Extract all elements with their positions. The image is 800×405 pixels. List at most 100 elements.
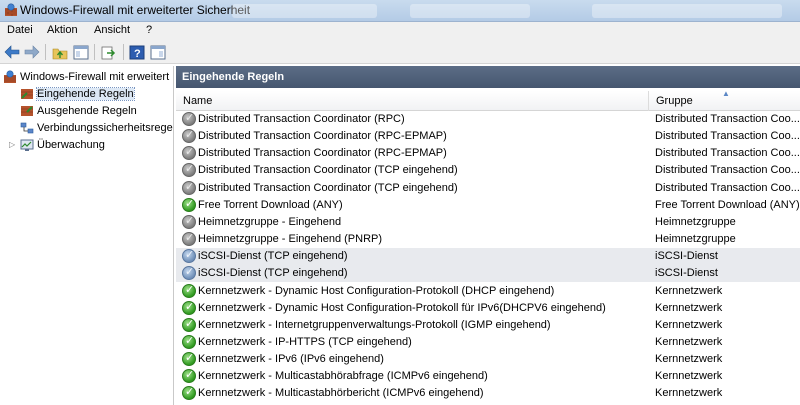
rule-group-cell: Kernnetzwerk xyxy=(655,370,723,383)
toolbar-separator xyxy=(123,44,124,60)
background-tab-2[interactable] xyxy=(410,4,530,18)
menu-help[interactable]: ? xyxy=(146,24,152,36)
action-pane-icon xyxy=(150,45,166,59)
firewall-icon xyxy=(4,70,16,83)
rule-group-cell: Kernnetzwerk xyxy=(655,301,723,314)
help-icon: ? xyxy=(129,45,145,60)
rule-group-cell: Kernnetzwerk xyxy=(655,387,723,400)
tree-item-label: Überwachung xyxy=(37,139,105,151)
rule-enabled-icon xyxy=(182,334,196,349)
rule-group-cell: Distributed Transaction Coo... xyxy=(655,130,800,143)
export-icon xyxy=(101,46,116,59)
table-row[interactable]: Free Torrent Download (ANY) Free Torrent … xyxy=(176,197,800,214)
rule-disabled-icon xyxy=(182,231,196,247)
outbound-rules-icon xyxy=(21,106,33,116)
expand-arrow-icon[interactable]: ▷ xyxy=(9,140,15,149)
rule-disabled-icon xyxy=(182,162,196,178)
connection-security-icon xyxy=(20,122,34,134)
rule-group-cell: Free Torrent Download (ANY) xyxy=(655,198,800,211)
table-row[interactable]: Kernnetzwerk - Multicastabhörbericht (IC… xyxy=(176,385,800,402)
menu-ansicht[interactable]: Ansicht xyxy=(94,24,130,36)
rule-group-cell: Heimnetzgruppe xyxy=(655,233,736,246)
rule-name-cell: Distributed Transaction Coordinator (TCP… xyxy=(198,181,458,194)
table-row[interactable]: Heimnetzgruppe - Eingehend (PNRP) Heimnet… xyxy=(176,231,800,248)
rule-name-cell: Kernnetzwerk - Dynamic Host Configuratio… xyxy=(198,301,606,314)
table-row[interactable]: Distributed Transaction Coordinator (TCP… xyxy=(176,162,800,179)
rule-disabled-icon xyxy=(182,180,196,195)
rule-name-cell: Kernnetzwerk - IP-HTTPS (TCP eingehend) xyxy=(198,335,412,348)
tree-root-firewall[interactable]: Windows-Firewall mit erweitert xyxy=(3,69,169,85)
rule-disabled-icon xyxy=(182,214,196,229)
sort-ascending-icon: ▲ xyxy=(722,89,730,98)
rule-disabled-icon xyxy=(182,248,196,264)
table-row[interactable]: Kernnetzwerk - Multicastabhörabfrage (IC… xyxy=(176,368,800,385)
table-row[interactable]: Distributed Transaction Coordinator (TCP… xyxy=(176,180,800,197)
rule-name-cell: Kernnetzwerk - Internetgruppenverwaltung… xyxy=(198,318,551,331)
table-row[interactable]: Distributed Transaction Coordinator (RPC… xyxy=(176,145,800,162)
rule-name-cell: Kernnetzwerk - IPv6 (IPv6 eingehend) xyxy=(198,353,384,366)
tree-item-label: Verbindungssicherheitsrege xyxy=(37,122,173,134)
table-row[interactable]: Kernnetzwerk - Dynamic Host Configuratio… xyxy=(176,283,800,300)
rule-disabled-icon xyxy=(182,111,196,126)
rule-enabled-icon xyxy=(182,385,196,401)
tree-root-label: Windows-Firewall mit erweitert xyxy=(20,71,170,83)
rule-disabled-icon xyxy=(182,145,196,161)
table-row[interactable]: Kernnetzwerk - IP-HTTPS (TCP eingehend) K… xyxy=(176,334,800,351)
rule-name-cell: Distributed Transaction Coordinator (RPC… xyxy=(198,113,405,125)
rule-group-cell: Distributed Transaction Coo... xyxy=(655,181,800,194)
window-title: Windows-Firewall mit erweiterter Sicherh… xyxy=(20,3,251,17)
background-tab-3[interactable] xyxy=(592,4,782,18)
rule-group-cell: Distributed Transaction Coo... xyxy=(655,147,800,160)
rule-group-cell: iSCSI-Dienst xyxy=(655,250,718,263)
rule-name-cell: iSCSI-Dienst (TCP eingehend) xyxy=(198,267,348,280)
rule-name-cell: iSCSI-Dienst (TCP eingehend) xyxy=(198,250,348,263)
tree-item-eingehende-regeln[interactable]: Eingehende Regeln xyxy=(20,86,135,102)
rule-disabled-icon xyxy=(182,265,196,281)
tree-item-ueberwachung[interactable]: Überwachung xyxy=(20,137,105,153)
rule-enabled-icon xyxy=(182,368,196,384)
menu-bar: Datei Aktion Ansicht ? xyxy=(0,22,800,40)
rule-group-cell: Heimnetzgruppe xyxy=(655,215,736,228)
table-row[interactable]: Kernnetzwerk - Dynamic Host Configuratio… xyxy=(176,300,800,317)
background-tab-1[interactable] xyxy=(232,4,377,18)
table-row[interactable]: Distributed Transaction Coordinator (RPC… xyxy=(176,111,800,128)
menu-datei[interactable]: Datei xyxy=(7,24,33,36)
rule-group-cell: Distributed Transaction Coo... xyxy=(655,113,800,125)
rule-disabled-icon xyxy=(182,128,196,144)
toolbar-separator xyxy=(45,44,46,60)
menu-aktion[interactable]: Aktion xyxy=(47,24,78,36)
table-row[interactable]: iSCSI-Dienst (TCP eingehend) iSCSI-Dienst xyxy=(176,265,800,283)
console-tree-icon xyxy=(73,45,89,59)
table-row[interactable]: Kernnetzwerk - IPv6 (IPv6 eingehend) Kern… xyxy=(176,351,800,368)
panel-title: Eingehende Regeln xyxy=(176,66,800,88)
rule-group-cell: Kernnetzwerk xyxy=(655,284,723,297)
rule-enabled-icon xyxy=(182,283,196,298)
rule-name-cell: Distributed Transaction Coordinator (RPC… xyxy=(198,147,447,160)
export-list-button[interactable] xyxy=(100,43,118,61)
action-pane-button[interactable] xyxy=(149,43,167,61)
rule-enabled-icon xyxy=(182,351,196,367)
tree-item-ausgehende-regeln[interactable]: Ausgehende Regeln xyxy=(20,103,137,119)
table-row[interactable]: iSCSI-Dienst (TCP eingehend) iSCSI-Dienst xyxy=(176,248,800,266)
help-button[interactable]: ? xyxy=(128,43,146,61)
table-row[interactable]: Heimnetzgruppe - Eingehend Heimnetzgruppe xyxy=(176,214,800,231)
table-row[interactable]: Kernnetzwerk - Internetgruppenverwaltung… xyxy=(176,317,800,334)
tree-item-label: Ausgehende Regeln xyxy=(37,105,137,117)
column-header-name[interactable]: Name xyxy=(176,91,648,111)
show-hide-console-tree-button[interactable] xyxy=(72,43,90,61)
rule-name-cell: Kernnetzwerk - Multicastabhörbericht (IC… xyxy=(198,387,484,400)
back-button[interactable] xyxy=(3,43,21,61)
rule-enabled-icon xyxy=(182,300,196,315)
toolbar-separator xyxy=(94,44,95,60)
table-row[interactable]: Distributed Transaction Coordinator (RPC… xyxy=(176,128,800,145)
up-folder-button[interactable] xyxy=(51,43,69,61)
monitoring-icon xyxy=(20,139,34,151)
rules-panel: Eingehende Regeln Name Gruppe ▲ Distribu… xyxy=(176,66,800,405)
forward-button[interactable] xyxy=(23,43,41,61)
rule-group-cell: Kernnetzwerk xyxy=(655,353,723,366)
rule-name-cell: Heimnetzgruppe - Eingehend (PNRP) xyxy=(198,233,383,246)
tree-item-verbindungssicherheitsregeln[interactable]: Verbindungssicherheitsrege xyxy=(20,120,173,136)
svg-text:?: ? xyxy=(134,48,141,60)
folder-up-icon xyxy=(52,48,68,59)
rule-name-cell: Distributed Transaction Coordinator (RPC… xyxy=(198,130,447,143)
